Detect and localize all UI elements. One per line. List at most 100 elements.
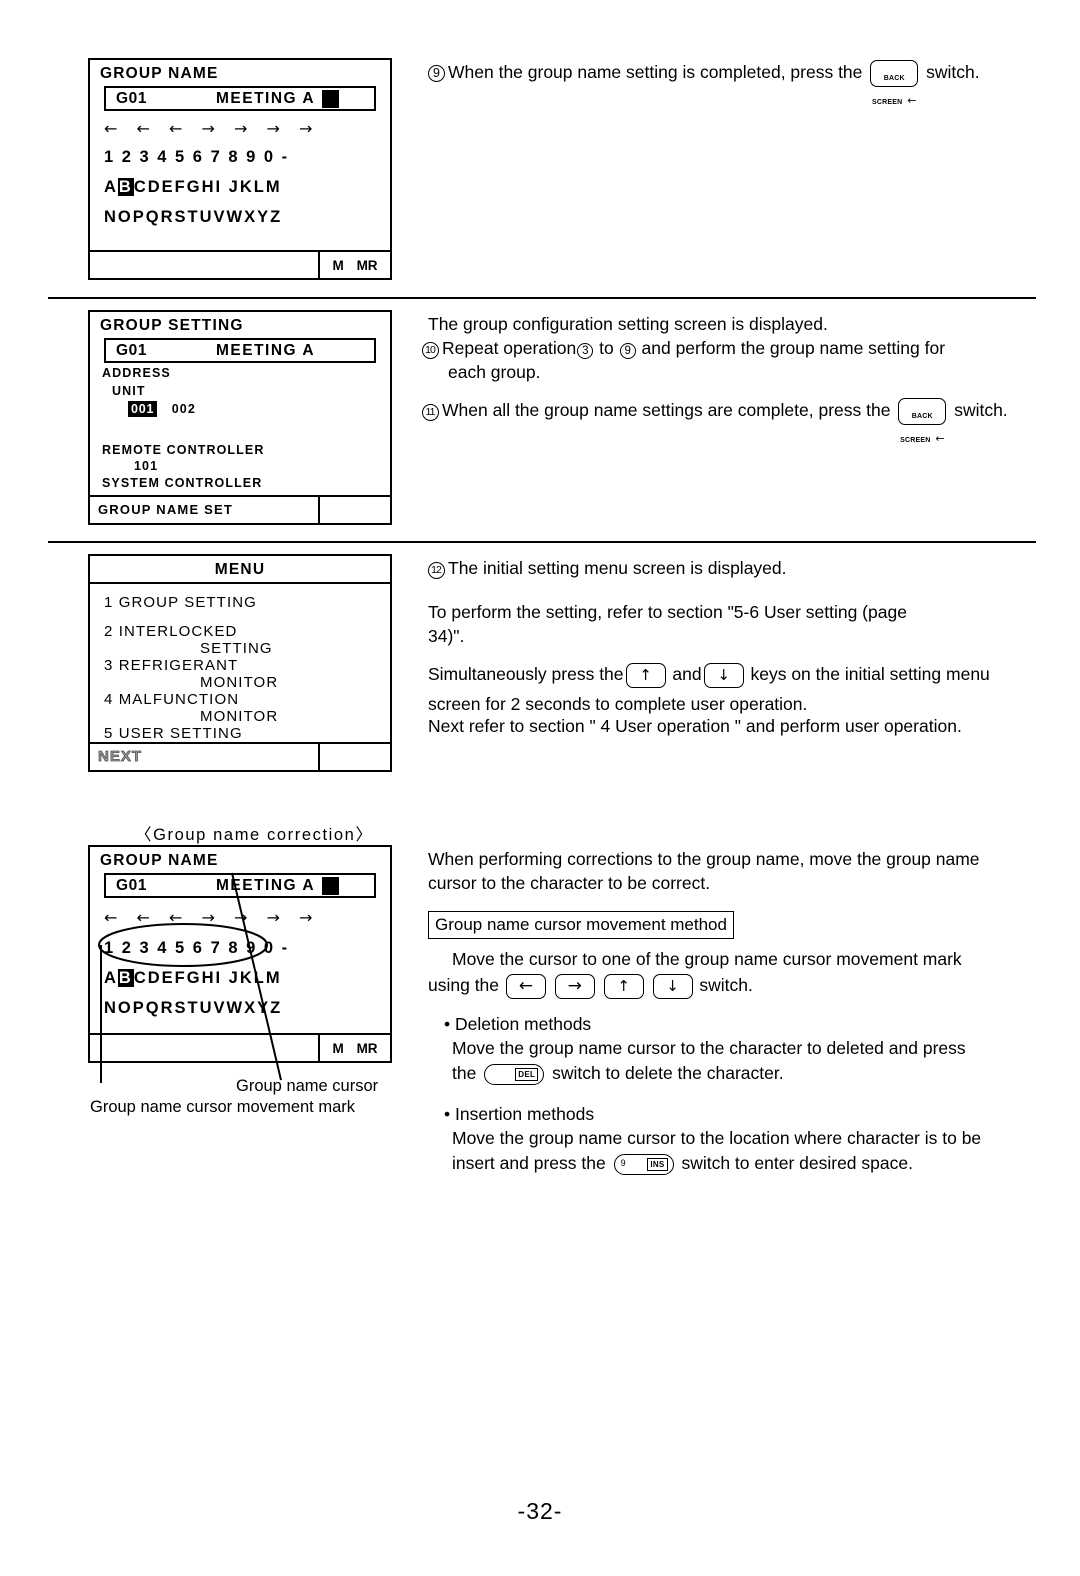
- address-label: ADDRESS: [102, 366, 171, 380]
- up-arrow-key-icon[interactable]: ↑: [603, 973, 644, 999]
- menu-item-group-setting[interactable]: 1 GROUP SETTING: [90, 594, 390, 611]
- char-rest: CDEFGHI JKLM: [133, 178, 282, 196]
- insertion-tail: switch to enter desired space.: [681, 1153, 913, 1173]
- step-number-10: 10: [422, 342, 439, 359]
- step-ref-3: 3: [577, 343, 594, 359]
- step-10-text: 10 Repeat operation 3 to 9 and perform the…: [422, 336, 1022, 360]
- step-number-12: 12: [428, 562, 445, 579]
- ins-key-icon[interactable]: 9 INS: [613, 1153, 674, 1175]
- group-name-correction-heading: 〈Group name correction〉: [135, 826, 374, 844]
- step-10-c: and perform the group name setting for: [641, 338, 946, 358]
- footer-right: [320, 497, 390, 523]
- remote-controller-value: 101: [134, 459, 159, 473]
- footer-left-label[interactable]: GROUP NAME SET: [90, 497, 320, 523]
- cursor-movement-marks: ← ← ← → → → →: [104, 119, 320, 138]
- footer-left[interactable]: NEXT: [90, 744, 320, 770]
- step-12-text: 12 The initial setting menu screen is dis…: [428, 556, 1028, 580]
- group-name-field: G01 MEETING A: [104, 338, 376, 363]
- user-operation-instruction-line-2: screen for 2 seconds to complete user op…: [428, 694, 808, 714]
- step-9-tail: switch.: [926, 62, 980, 83]
- insertion-methods-line-2: insert and press the 9 INS switch to ent…: [452, 1151, 1032, 1175]
- step-10-b: to: [599, 338, 614, 358]
- back-screen-key-icon[interactable]: BACK SCREEN ←: [898, 398, 947, 444]
- step-11-text: 11 When all the group name settings are c…: [422, 398, 1037, 444]
- del-key-icon[interactable]: DEL: [484, 1063, 545, 1085]
- step-10-a: Repeat operation: [442, 338, 577, 358]
- cursor-move-instruction-line-2: using the ← → ↑ ↓ switch.: [428, 973, 1028, 999]
- char-a: A: [104, 178, 118, 196]
- cursor-movement-mark-highlight-ellipse: [98, 923, 268, 967]
- user-operation-instruction: Simultaneously press the ↑ and ↓ keys on t…: [428, 662, 1038, 688]
- lcd-footer: NEXT: [90, 742, 390, 770]
- group-name-value: MEETING A: [216, 90, 316, 107]
- step-9-text: 9 When the group name setting is complete…: [428, 60, 1028, 106]
- the-label: the: [452, 1063, 477, 1083]
- step-9-lead: When the group name setting is completed…: [448, 62, 863, 83]
- group-id: G01: [116, 90, 148, 107]
- user-setting-reference-line-2: 34)".: [428, 626, 465, 646]
- group-id: G01: [116, 342, 148, 359]
- step-10-continuation: each group.: [448, 362, 541, 382]
- lcd-title: GROUP SETTING: [100, 317, 244, 334]
- simultaneous-press-lead: Simultaneously press the: [428, 664, 624, 684]
- back-screen-key-arrow-icon: ←: [907, 94, 917, 107]
- leader-line-group-name-cursor: [231, 872, 282, 1081]
- back-screen-key-line2: SCREEN: [872, 99, 903, 106]
- step-ref-9: 9: [619, 343, 636, 359]
- user-setting-reference-line-1: To perform the setting, refer to section…: [428, 602, 907, 622]
- insertion-methods-line-1: Move the group name cursor to the locati…: [452, 1128, 982, 1148]
- menu-item-malfunction-monitor[interactable]: 4 MALFUNCTION: [90, 691, 390, 708]
- step-number-11: 11: [422, 404, 439, 422]
- unit-label: UNIT: [112, 384, 146, 398]
- user-operation-instruction-line-3: Next refer to section " 4 User operation…: [428, 716, 962, 736]
- remote-controller-label: REMOTE CONTROLLER: [102, 443, 265, 457]
- step-11-a: When all the group name settings are com…: [442, 400, 891, 421]
- callout-group-name-cursor: Group name cursor: [236, 1077, 379, 1095]
- switch-label: switch.: [699, 975, 753, 995]
- next-button-label: NEXT: [98, 748, 143, 766]
- unit-address-other[interactable]: 002: [172, 402, 196, 416]
- down-arrow-key-icon[interactable]: ↓: [652, 973, 693, 999]
- insertion-methods-heading: • Insertion methods: [444, 1104, 595, 1124]
- back-screen-key-icon[interactable]: BACK SCREEN ←: [870, 60, 919, 106]
- lcd-title: GROUP NAME: [100, 65, 219, 82]
- footer-left-label: [90, 252, 320, 278]
- cursor-move-instruction-line-1: Move the cursor to one of the group name…: [452, 949, 962, 969]
- footer-m-label: M: [332, 257, 344, 273]
- lcd-panel-group-setting: GROUP SETTING G01 MEETING A ADDRESS UNIT…: [88, 310, 392, 525]
- menu-item-interlocked-setting[interactable]: 2 INTERLOCKED: [90, 623, 390, 640]
- deletion-methods-line-2: the DEL switch to delete the character.: [452, 1061, 1032, 1085]
- char-row-alpha-1: ABCDEFGHI JKLM: [90, 178, 390, 197]
- back-screen-key-line2: SCREEN: [900, 437, 931, 444]
- deletion-tail: switch to delete the character.: [552, 1063, 784, 1083]
- back-screen-key-line1: BACK: [911, 413, 933, 420]
- right-arrow-key-icon[interactable]: →: [554, 973, 595, 999]
- down-arrow-key-icon[interactable]: ↓: [703, 662, 744, 688]
- up-arrow-key-icon[interactable]: ↑: [625, 662, 666, 688]
- correction-annotations: [98, 872, 282, 1083]
- left-arrow-key-icon[interactable]: ←: [505, 973, 546, 999]
- correction-intro-line-1: When performing corrections to the group…: [428, 849, 980, 869]
- unit-address-selected[interactable]: 001: [128, 401, 158, 417]
- step-11-b: switch.: [954, 400, 1008, 421]
- section-divider-2: [48, 541, 1036, 543]
- footer-mr-label: MR: [356, 257, 378, 273]
- section-divider-1: [48, 297, 1036, 299]
- back-screen-key-arrow-icon: ←: [935, 432, 945, 445]
- ins-key-number: 9: [620, 1157, 626, 1168]
- step-12-label: The initial setting menu screen is displ…: [448, 558, 787, 578]
- char-selected: B: [117, 178, 134, 196]
- lcd-panel-group-name: GROUP NAME G01 MEETING A ← ← ← → → → → 1…: [88, 58, 392, 280]
- system-controller-label: SYSTEM CONTROLLER: [102, 476, 263, 490]
- lcd-panel-menu: MENU 1 GROUP SETTING 2 INTERLOCKED SETTI…: [88, 554, 392, 772]
- menu-item-refrigerant-monitor[interactable]: 3 REFRIGERANT: [90, 657, 390, 674]
- menu-item-refrigerant-monitor-sub: MONITOR: [200, 674, 279, 691]
- using-the-label: using the: [428, 975, 500, 995]
- footer-right: M MR: [320, 252, 390, 278]
- manual-page: GROUP NAME G01 MEETING A ← ← ← → → → → 1…: [0, 0, 1080, 1576]
- page-number: -32-: [517, 1498, 563, 1524]
- menu-item-malfunction-monitor-sub: MONITOR: [200, 708, 279, 725]
- lcd-title: MENU: [90, 556, 390, 584]
- menu-item-user-setting[interactable]: 5 USER SETTING: [90, 725, 390, 742]
- insert-lead: insert and press the: [452, 1153, 606, 1173]
